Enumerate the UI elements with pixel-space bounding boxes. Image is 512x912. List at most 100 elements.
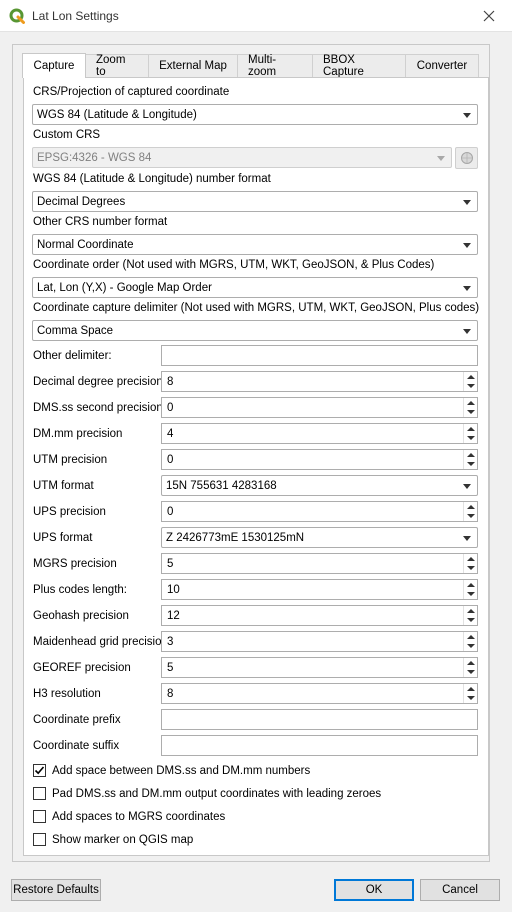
utm-precision-spinbox[interactable]: 0 bbox=[161, 449, 478, 470]
spin-buttons[interactable] bbox=[463, 450, 477, 469]
decimal-degree-precision-label: Decimal degree precision bbox=[33, 376, 163, 388]
checkbox-dms-space[interactable]: Add space between DMS.ss and DM.mm numbe… bbox=[33, 764, 310, 777]
delimiter-combo[interactable]: Comma Space bbox=[32, 320, 478, 341]
coordinate-prefix-input[interactable] bbox=[161, 709, 478, 730]
crs-select-button bbox=[455, 147, 478, 169]
utm-format-label: UTM format bbox=[33, 480, 94, 492]
other-delimiter-input[interactable] bbox=[161, 345, 478, 366]
chevron-down-icon bbox=[437, 156, 445, 161]
cancel-button[interactable]: Cancel bbox=[420, 879, 500, 901]
tab-zoom-to[interactable]: Zoom to bbox=[85, 54, 149, 78]
spin-up-icon bbox=[467, 557, 475, 561]
spin-up-icon bbox=[467, 661, 475, 665]
h3-resolution-label: H3 resolution bbox=[33, 688, 101, 700]
spin-buttons[interactable] bbox=[463, 684, 477, 703]
spin-down-icon bbox=[467, 618, 475, 622]
spin-up-icon bbox=[467, 687, 475, 691]
mgrs-precision-spinbox[interactable]: 5 bbox=[161, 553, 478, 574]
tab-converter[interactable]: Converter bbox=[405, 54, 479, 77]
checkbox-mgrs-spaces[interactable]: Add spaces to MGRS coordinates bbox=[33, 810, 225, 823]
utm-format-combo[interactable]: 15N 755631 4283168 bbox=[161, 475, 478, 496]
checkbox-box[interactable] bbox=[33, 787, 46, 800]
spin-down-icon bbox=[467, 436, 475, 440]
checkbox-show-marker[interactable]: Show marker on QGIS map bbox=[33, 833, 193, 846]
ups-precision-spinbox[interactable]: 0 bbox=[161, 501, 478, 522]
coord-order-label: Coordinate order (Not used with MGRS, UT… bbox=[33, 259, 435, 271]
spin-up-icon bbox=[467, 375, 475, 379]
checkbox-pad-zeroes[interactable]: Pad DMS.ss and DM.mm output coordinates … bbox=[33, 787, 381, 800]
chevron-down-icon bbox=[463, 243, 471, 248]
chevron-down-icon bbox=[463, 484, 471, 489]
spin-up-icon bbox=[467, 635, 475, 639]
georef-precision-spinbox[interactable]: 5 bbox=[161, 657, 478, 678]
ups-format-value: Z 2426773mE 1530125mN bbox=[166, 531, 305, 544]
h3-resolution-value: 8 bbox=[167, 687, 174, 700]
mgrs-precision-label: MGRS precision bbox=[33, 558, 117, 570]
crs-combo[interactable]: WGS 84 (Latitude & Longitude) bbox=[32, 104, 478, 125]
tab-bbox-capture[interactable]: BBOX Capture bbox=[312, 54, 406, 78]
spin-up-icon bbox=[467, 427, 475, 431]
h3-resolution-spinbox[interactable]: 8 bbox=[161, 683, 478, 704]
ups-precision-label: UPS precision bbox=[33, 506, 106, 518]
dms-second-precision-value: 0 bbox=[167, 401, 174, 414]
checkbox-label: Add space between DMS.ss and DM.mm numbe… bbox=[52, 764, 311, 777]
ups-precision-value: 0 bbox=[167, 505, 174, 518]
checkbox-label: Add spaces to MGRS coordinates bbox=[52, 810, 226, 823]
spin-buttons[interactable] bbox=[463, 658, 477, 677]
chevron-down-icon bbox=[463, 200, 471, 205]
wgs84-format-value: Decimal Degrees bbox=[37, 195, 126, 208]
wgs84-format-label: WGS 84 (Latitude & Longitude) number for… bbox=[33, 173, 271, 185]
spin-down-icon bbox=[467, 592, 475, 596]
spin-buttons[interactable] bbox=[463, 398, 477, 417]
spin-buttons[interactable] bbox=[463, 372, 477, 391]
spin-buttons[interactable] bbox=[463, 424, 477, 443]
checkbox-label: Show marker on QGIS map bbox=[52, 833, 194, 846]
maidenhead-precision-spinbox[interactable]: 3 bbox=[161, 631, 478, 652]
plus-codes-length-spinbox[interactable]: 10 bbox=[161, 579, 478, 600]
ok-button[interactable]: OK bbox=[334, 879, 414, 901]
other-crs-label: Other CRS number format bbox=[33, 216, 168, 228]
checkbox-box[interactable] bbox=[33, 810, 46, 823]
spin-down-icon bbox=[467, 410, 475, 414]
spin-buttons[interactable] bbox=[463, 606, 477, 625]
spin-down-icon bbox=[467, 514, 475, 518]
tab-external-map[interactable]: External Map bbox=[148, 54, 238, 77]
other-crs-combo[interactable]: Normal Coordinate bbox=[32, 234, 478, 255]
ups-format-combo[interactable]: Z 2426773mE 1530125mN bbox=[161, 527, 478, 548]
dms-second-precision-spinbox[interactable]: 0 bbox=[161, 397, 478, 418]
utm-precision-value: 0 bbox=[167, 453, 174, 466]
georef-precision-label: GEOREF precision bbox=[33, 662, 131, 674]
coord-order-combo[interactable]: Lat, Lon (Y,X) - Google Map Order bbox=[32, 277, 478, 298]
maidenhead-precision-value: 3 bbox=[167, 635, 174, 648]
close-button[interactable] bbox=[466, 0, 512, 32]
wgs84-format-combo[interactable]: Decimal Degrees bbox=[32, 191, 478, 212]
spin-buttons[interactable] bbox=[463, 632, 477, 651]
spin-up-icon bbox=[467, 401, 475, 405]
title-bar: Lat Lon Settings bbox=[0, 0, 512, 32]
dms-second-precision-label: DMS.ss second precision: bbox=[33, 402, 166, 414]
tab-capture[interactable]: Capture bbox=[22, 53, 86, 78]
spin-down-icon bbox=[467, 696, 475, 700]
spin-buttons[interactable] bbox=[463, 554, 477, 573]
close-icon bbox=[483, 10, 495, 22]
decimal-degree-precision-value: 8 bbox=[167, 375, 174, 388]
spin-buttons[interactable] bbox=[463, 580, 477, 599]
chevron-down-icon bbox=[463, 286, 471, 291]
coordinate-suffix-input[interactable] bbox=[161, 735, 478, 756]
restore-defaults-button[interactable]: Restore Defaults bbox=[11, 879, 101, 901]
geohash-precision-spinbox[interactable]: 12 bbox=[161, 605, 478, 626]
dm-mm-precision-spinbox[interactable]: 4 bbox=[161, 423, 478, 444]
checkbox-box[interactable] bbox=[33, 764, 46, 777]
globe-icon bbox=[460, 152, 473, 164]
decimal-degree-precision-spinbox[interactable]: 8 bbox=[161, 371, 478, 392]
chevron-down-icon bbox=[463, 113, 471, 118]
tab-multi-zoom[interactable]: Multi-zoom bbox=[237, 54, 313, 78]
utm-format-value: 15N 755631 4283168 bbox=[166, 479, 277, 492]
plus-codes-length-label: Plus codes length: bbox=[33, 584, 127, 596]
checkbox-box[interactable] bbox=[33, 833, 46, 846]
plus-codes-length-value: 10 bbox=[167, 583, 180, 596]
spin-up-icon bbox=[467, 453, 475, 457]
utm-precision-label: UTM precision bbox=[33, 454, 108, 466]
spin-buttons[interactable] bbox=[463, 502, 477, 521]
tab-bar: Capture Zoom to External Map Multi-zoom … bbox=[22, 53, 479, 78]
